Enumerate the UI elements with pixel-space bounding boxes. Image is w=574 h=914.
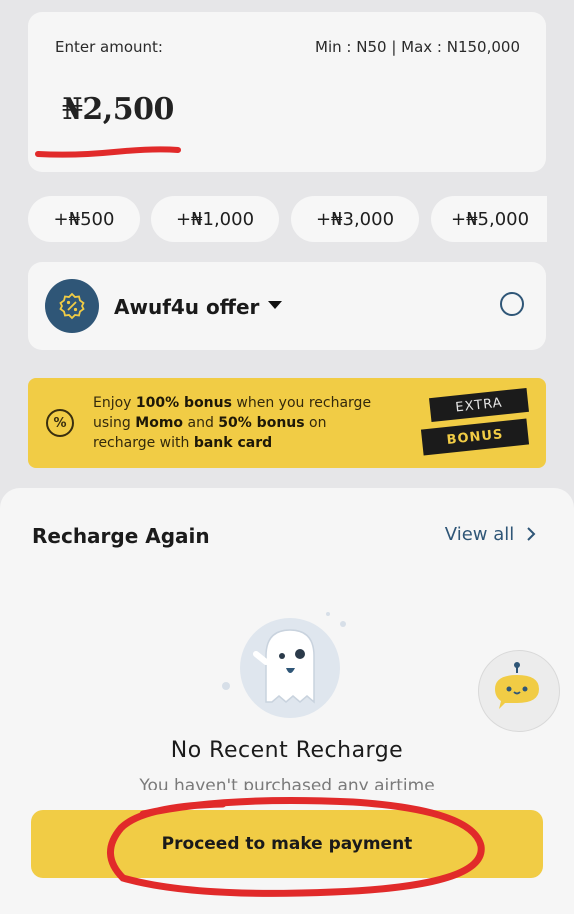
amount-limits: Min : N50 | Max : N150,000 <box>315 38 520 56</box>
offer-radio[interactable] <box>500 292 524 316</box>
amount-input[interactable]: ₦2,500 <box>62 92 174 127</box>
quick-amount-1000[interactable]: +₦1,000 <box>151 196 279 242</box>
empty-state-subtitle: You haven't purchased any airtime <box>139 776 435 790</box>
extra-tag: EXTRA <box>429 387 529 423</box>
chatbot-icon[interactable] <box>478 650 560 732</box>
quick-amount-500[interactable]: +₦500 <box>28 196 140 242</box>
discount-badge-icon <box>45 279 99 333</box>
bonus-tag: BONUS <box>420 418 530 456</box>
caret-down-icon[interactable] <box>268 301 282 309</box>
section-title: Recharge Again <box>32 524 210 548</box>
promo-banner[interactable]: % Enjoy 100% bonus when you recharge usi… <box>28 378 546 468</box>
quick-amount-5000[interactable]: +₦5,000 <box>431 196 547 242</box>
promo-text: Enjoy 100% bonus when you recharge using… <box>93 395 372 451</box>
offer-card[interactable]: Awuf4u offer <box>28 262 546 350</box>
ghost-illustration <box>222 612 346 718</box>
red-underline-annotation <box>35 146 181 158</box>
view-all-link[interactable]: View all <box>445 524 536 545</box>
proceed-payment-button[interactable]: Proceed to make payment <box>31 810 543 878</box>
amount-card: Enter amount: Min : N50 | Max : N150,000… <box>28 12 546 172</box>
chevron-right-icon <box>527 527 536 541</box>
enter-amount-label: Enter amount: <box>55 38 163 56</box>
quick-amount-3000[interactable]: +₦3,000 <box>291 196 419 242</box>
offer-title: Awuf4u offer <box>114 295 260 319</box>
empty-state-title: No Recent Recharge <box>170 738 404 763</box>
percent-icon: % <box>46 409 74 437</box>
